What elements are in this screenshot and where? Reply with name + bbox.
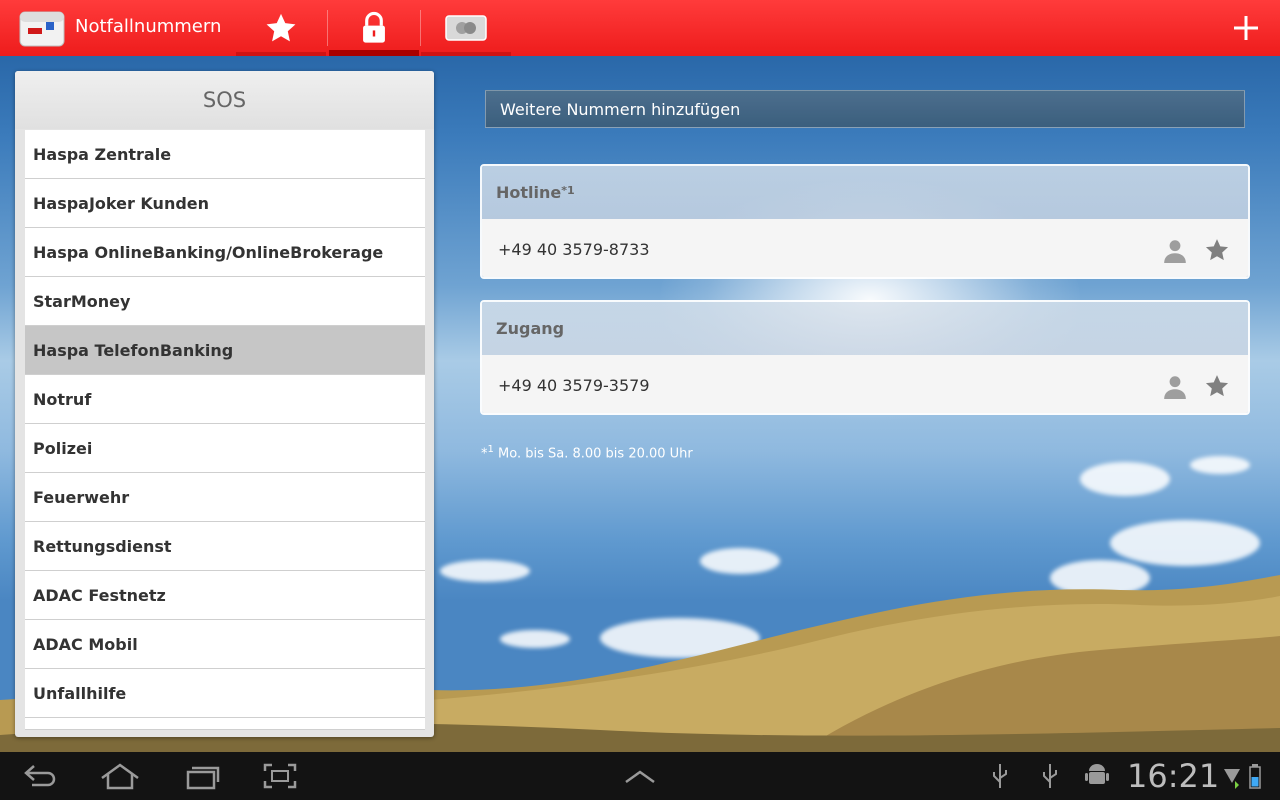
star-icon[interactable] <box>1204 237 1230 263</box>
list-item[interactable]: ADAC Mobil <box>25 620 425 669</box>
battery-icon <box>1249 764 1261 789</box>
list-item[interactable]: Haspa Zentrale <box>25 130 425 179</box>
list-item[interactable] <box>25 718 425 730</box>
lock-icon <box>363 11 385 43</box>
card-title: Zugang <box>482 302 1248 355</box>
app-logo-icon[interactable] <box>18 6 66 48</box>
battery-status <box>1248 760 1262 792</box>
list-item[interactable]: Notruf <box>25 375 425 424</box>
recent-apps-icon <box>186 766 220 790</box>
list-item[interactable]: Polizei <box>25 424 425 473</box>
number-card-zugang: Zugang +49 40 3579-3579 <box>480 300 1250 415</box>
usb-status <box>1038 760 1062 792</box>
system-navigation-bar <box>0 752 1280 800</box>
footnote: *1 Mo. bis Sa. 8.00 bis 20.00 Uhr <box>481 444 693 461</box>
android-debug-icon <box>1085 764 1109 784</box>
footnote-text: Mo. bis Sa. 8.00 bis 20.00 Uhr <box>498 446 693 462</box>
list-item[interactable]: ADAC Festnetz <box>25 571 425 620</box>
number-card-hotline: Hotline *1 +49 40 3579-8733 <box>480 164 1250 279</box>
panel-title: SOS <box>15 71 434 129</box>
home-button[interactable] <box>98 760 142 792</box>
status-clock: 16:21 <box>1127 757 1220 795</box>
star-icon <box>266 13 296 42</box>
list-item[interactable]: HaspaJoker Kunden <box>25 179 425 228</box>
tab-cards[interactable] <box>421 0 511 56</box>
tab-indicator <box>236 52 326 56</box>
tab-favorites[interactable] <box>236 0 326 56</box>
wifi-icon <box>1224 769 1240 789</box>
plus-icon <box>1234 16 1258 40</box>
screenshot-button[interactable] <box>260 760 300 792</box>
phone-number-row[interactable]: +49 40 3579-3579 <box>482 355 1248 413</box>
list-item[interactable]: StarMoney <box>25 277 425 326</box>
footnote-sup: 1 <box>487 444 494 455</box>
back-button[interactable] <box>20 760 60 792</box>
add-more-numbers-button[interactable]: Weitere Nummern hinzufügen <box>485 90 1245 128</box>
phone-number-row[interactable]: +49 40 3579-8733 <box>482 219 1248 277</box>
list-item-selected[interactable]: Haspa TelefonBanking <box>25 326 425 375</box>
card-title-text: Hotline <box>496 183 562 202</box>
add-button[interactable] <box>1228 10 1264 46</box>
list-item[interactable]: Feuerwehr <box>25 473 425 522</box>
back-icon <box>24 765 56 787</box>
star-icon[interactable] <box>1204 373 1230 399</box>
list-item[interactable]: Rettungsdienst <box>25 522 425 571</box>
usb-icon <box>993 764 1007 788</box>
card-title-sup: *1 <box>561 184 575 197</box>
usb-status <box>988 760 1012 792</box>
action-bar: Notfallnummern <box>0 0 1280 56</box>
tab-security[interactable] <box>329 0 419 56</box>
card-title-text: Zugang <box>496 319 565 338</box>
contact-icon[interactable] <box>1162 237 1188 263</box>
home-icon <box>101 763 139 790</box>
list-item[interactable]: Haspa OnlineBanking/OnlineBrokerage <box>25 228 425 277</box>
tab-indicator <box>329 50 419 56</box>
card-title: Hotline *1 <box>482 166 1248 219</box>
contact-icon[interactable] <box>1162 373 1188 399</box>
chevron-up-icon <box>625 770 655 784</box>
recent-apps-button[interactable] <box>182 760 222 792</box>
contact-list[interactable]: Haspa Zentrale HaspaJoker Kunden Haspa O… <box>25 130 425 730</box>
screenshot-icon <box>263 763 297 789</box>
notifications-expand-button[interactable] <box>622 760 658 792</box>
phone-number[interactable]: +49 40 3579-3579 <box>498 376 650 395</box>
tab-divider <box>327 10 328 46</box>
list-item[interactable]: Unfallhilfe <box>25 669 425 718</box>
sos-panel: SOS Haspa Zentrale HaspaJoker Kunden Has… <box>15 71 434 737</box>
app-title: Notfallnummern <box>75 16 222 37</box>
debug-status <box>1084 760 1110 792</box>
tab-indicator <box>421 52 511 56</box>
usb-icon <box>1043 764 1057 788</box>
card-icon <box>445 15 487 41</box>
phone-number[interactable]: +49 40 3579-8733 <box>498 240 650 259</box>
wifi-status <box>1222 760 1242 792</box>
